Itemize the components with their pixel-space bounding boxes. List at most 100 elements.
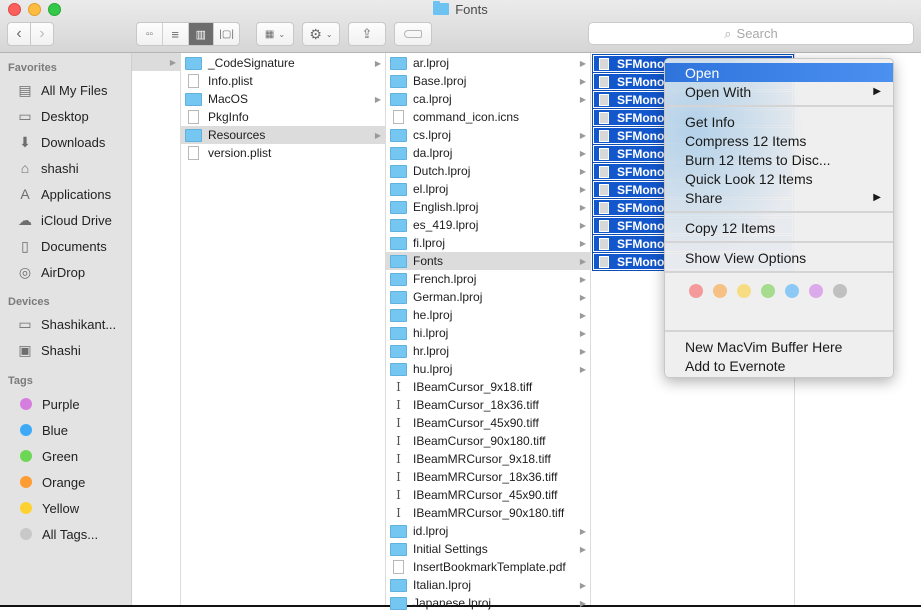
chevron-left-icon: ‹ bbox=[16, 25, 22, 42]
all-my-files-icon: ▤ bbox=[18, 81, 32, 98]
sidebar-tag-green[interactable]: Green bbox=[16, 446, 78, 466]
sidebar-item-icloud-drive[interactable]: ☁ iCloud Drive bbox=[16, 210, 112, 230]
list-view-button[interactable]: ≡ bbox=[163, 23, 189, 45]
menu-item-new-macvim-buffer-here[interactable]: New MacVim Buffer Here bbox=[665, 337, 893, 356]
sidebar-tag-all-tags[interactable]: All Tags... bbox=[16, 524, 98, 544]
file-row[interactable]: I IBeamCursor_9x18.tiff bbox=[386, 378, 590, 396]
file-row[interactable]: es_419.lproj ▶ bbox=[386, 216, 590, 234]
sidebar-item-airdrop[interactable]: ◎ AirDrop bbox=[16, 262, 85, 282]
file-row[interactable]: command_icon.icns bbox=[386, 108, 590, 126]
file-row[interactable]: I IBeamCursor_45x90.tiff bbox=[386, 414, 590, 432]
window-title: Fonts bbox=[0, 1, 921, 19]
document-icon bbox=[188, 74, 199, 88]
column-view-button[interactable]: ▥ bbox=[188, 23, 215, 45]
cover-flow-button[interactable]: |▢| bbox=[214, 23, 239, 45]
file-row[interactable]: fi.lproj ▶ bbox=[386, 234, 590, 252]
ibeam-cursor-icon: I bbox=[396, 452, 401, 466]
sidebar-item-downloads[interactable]: ⬇ Downloads bbox=[16, 132, 105, 152]
sidebar-device-2[interactable]: ▣ Shashi bbox=[16, 340, 80, 360]
file-row[interactable]: hr.lproj ▶ bbox=[386, 342, 590, 360]
menu-item-add-to-evernote[interactable]: Add to Evernote bbox=[665, 356, 893, 375]
share-button[interactable]: ⇪ bbox=[348, 22, 386, 46]
menu-item-label: Get Info bbox=[685, 113, 735, 130]
tag-color-button[interactable] bbox=[737, 284, 751, 298]
menu-item-copy-12-items[interactable]: Copy 12 Items bbox=[665, 218, 893, 237]
action-button[interactable]: ⚙ ⌄ bbox=[302, 22, 340, 46]
file-row[interactable]: I IBeamMRCursor_18x36.tiff bbox=[386, 468, 590, 486]
file-row[interactable]: hu.lproj ▶ bbox=[386, 360, 590, 378]
menu-item-open[interactable]: Open bbox=[665, 63, 893, 82]
file-row[interactable]: ca.lproj ▶ bbox=[386, 90, 590, 108]
file-row[interactable]: MacOS ▶ bbox=[181, 90, 385, 108]
file-name: SFMono bbox=[617, 74, 665, 89]
folder-icon bbox=[390, 290, 407, 304]
file-row[interactable]: German.lproj ▶ bbox=[386, 288, 590, 306]
file-row[interactable]: Dutch.lproj ▶ bbox=[386, 162, 590, 180]
forward-button[interactable]: › bbox=[30, 22, 54, 46]
menu-item-share[interactable]: Share ▶ bbox=[665, 188, 893, 207]
file-row[interactable]: InsertBookmarkTemplate.pdf bbox=[386, 558, 590, 576]
file-row[interactable]: he.lproj ▶ bbox=[386, 306, 590, 324]
file-row[interactable]: I IBeamMRCursor_9x18.tiff bbox=[386, 450, 590, 468]
file-row[interactable]: I IBeamMRCursor_45x90.tiff bbox=[386, 486, 590, 504]
file-row[interactable]: Initial Settings ▶ bbox=[386, 540, 590, 558]
cloud-icon: ☁ bbox=[18, 211, 32, 228]
menu-item-open-with[interactable]: Open With ▶ bbox=[665, 82, 893, 101]
menu-separator bbox=[665, 271, 893, 273]
file-row[interactable]: Resources ▶ bbox=[181, 126, 385, 144]
tag-color-button[interactable] bbox=[689, 284, 703, 298]
file-name: command_icon.icns bbox=[413, 110, 520, 124]
arrange-button[interactable]: ▦ ⌄ bbox=[256, 22, 294, 46]
sidebar-tag-orange[interactable]: Orange bbox=[16, 472, 85, 492]
file-row[interactable]: Japanese.lproj ▶ bbox=[386, 594, 590, 612]
file-row[interactable]: French.lproj ▶ bbox=[386, 270, 590, 288]
folder-icon bbox=[185, 56, 202, 70]
tag-color-dot-icon bbox=[20, 528, 32, 540]
file-row[interactable]: I IBeamCursor_90x180.tiff bbox=[386, 432, 590, 450]
sidebar-item-documents[interactable]: ▯ Documents bbox=[16, 236, 107, 256]
tag-color-button[interactable] bbox=[713, 284, 727, 298]
back-button[interactable]: ‹ bbox=[7, 22, 31, 46]
file-name: he.lproj bbox=[413, 308, 453, 322]
sidebar-item-applications[interactable]: A Applications bbox=[16, 184, 111, 204]
tag-color-button[interactable] bbox=[809, 284, 823, 298]
sidebar-tag-blue[interactable]: Blue bbox=[16, 420, 68, 440]
icon-view-button[interactable]: ▫▫ bbox=[137, 23, 163, 45]
file-name: SFMono bbox=[617, 236, 665, 251]
file-row[interactable]: version.plist bbox=[181, 144, 385, 162]
menu-item-compress-12-items[interactable]: Compress 12 Items bbox=[665, 131, 893, 150]
file-row[interactable]: cs.lproj ▶ bbox=[386, 126, 590, 144]
menu-item-quick-look-12-items[interactable]: Quick Look 12 Items bbox=[665, 169, 893, 188]
file-row[interactable]: el.lproj ▶ bbox=[386, 180, 590, 198]
sidebar-item-all-my-files[interactable]: ▤ All My Files bbox=[16, 80, 107, 100]
column-1-selected-row[interactable]: ▶ bbox=[132, 53, 180, 71]
file-row[interactable]: Italian.lproj ▶ bbox=[386, 576, 590, 594]
file-row[interactable]: id.lproj ▶ bbox=[386, 522, 590, 540]
menu-item-show-view-options[interactable]: Show View Options bbox=[665, 248, 893, 267]
sidebar-device-1[interactable]: ▭ Shashikant... bbox=[16, 314, 116, 334]
arrange-icon: ▦ bbox=[264, 28, 275, 40]
file-row[interactable]: Info.plist bbox=[181, 72, 385, 90]
sidebar-tag-purple[interactable]: Purple bbox=[16, 394, 80, 414]
file-row[interactable]: da.lproj ▶ bbox=[386, 144, 590, 162]
edit-tags-button[interactable] bbox=[394, 22, 432, 46]
sidebar-item-desktop[interactable]: ▭ Desktop bbox=[16, 106, 88, 126]
menu-item-label: Copy 12 Items bbox=[685, 219, 776, 236]
file-row[interactable]: PkgInfo bbox=[181, 108, 385, 126]
file-row[interactable]: Fonts ▶ bbox=[386, 252, 590, 270]
file-row[interactable]: ar.lproj ▶ bbox=[386, 54, 590, 72]
search-field[interactable]: ⌕ Search bbox=[588, 22, 914, 45]
file-row[interactable]: hi.lproj ▶ bbox=[386, 324, 590, 342]
file-row[interactable]: Base.lproj ▶ bbox=[386, 72, 590, 90]
menu-item-get-info[interactable]: Get Info bbox=[665, 112, 893, 131]
sidebar-item-shashi[interactable]: ⌂ shashi bbox=[16, 158, 79, 178]
file-row[interactable]: English.lproj ▶ bbox=[386, 198, 590, 216]
tag-color-button[interactable] bbox=[785, 284, 799, 298]
file-row[interactable]: I IBeamMRCursor_90x180.tiff bbox=[386, 504, 590, 522]
file-row[interactable]: _CodeSignature ▶ bbox=[181, 54, 385, 72]
tag-color-button[interactable] bbox=[833, 284, 847, 298]
file-row[interactable]: I IBeamCursor_18x36.tiff bbox=[386, 396, 590, 414]
tag-color-button[interactable] bbox=[761, 284, 775, 298]
sidebar-tag-yellow[interactable]: Yellow bbox=[16, 498, 79, 518]
menu-item-burn-12-items-to-disc[interactable]: Burn 12 Items to Disc... bbox=[665, 150, 893, 169]
